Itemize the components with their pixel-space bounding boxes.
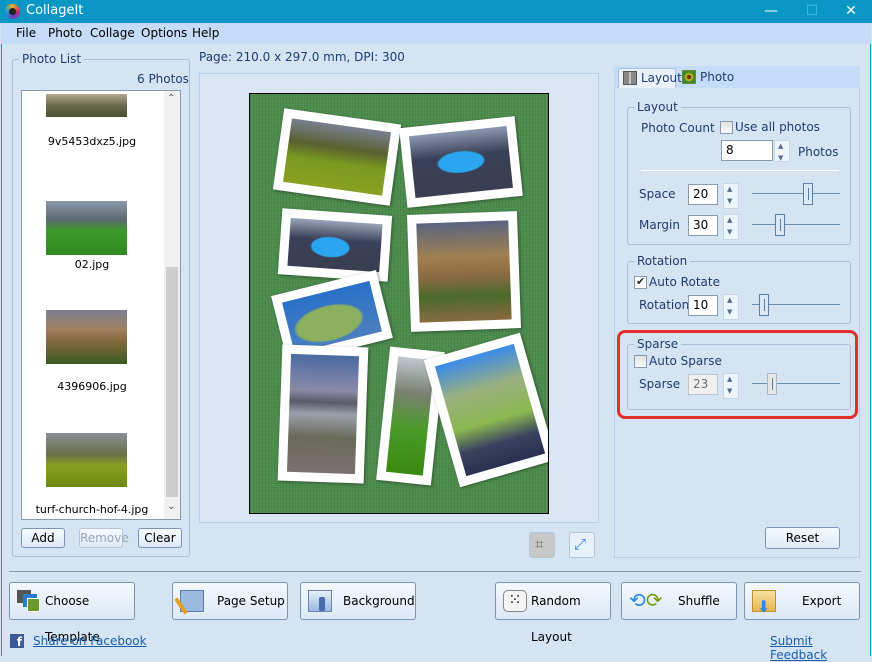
scroll-down-icon[interactable]: ⌄ bbox=[167, 501, 175, 512]
tab-layout[interactable]: Layout bbox=[618, 68, 682, 88]
random-layout-button[interactable]: ⁙ Random Layout bbox=[495, 582, 611, 644]
shuffle-button[interactable]: ⟲⟳ Shuffle bbox=[621, 582, 737, 620]
collage-photo[interactable] bbox=[406, 211, 522, 332]
auto-rotate-checkbox[interactable] bbox=[634, 275, 647, 289]
photo-thumbnail[interactable] bbox=[46, 310, 127, 364]
margin-spinner[interactable] bbox=[723, 214, 739, 240]
collage-photo[interactable] bbox=[399, 116, 523, 208]
tab-photo-label: Photo bbox=[700, 70, 735, 84]
template-icon bbox=[17, 590, 41, 612]
photo-thumbnail[interactable] bbox=[46, 94, 127, 117]
rotation-legend: Rotation bbox=[634, 254, 691, 268]
space-input[interactable]: 20 bbox=[688, 184, 718, 205]
title-bar: CollageIt — ☐ ✕ bbox=[0, 0, 872, 23]
app-logo-icon bbox=[5, 4, 20, 19]
tab-layout-label: Layout bbox=[641, 71, 682, 85]
photo-filename: 9v5453dxz5.jpg bbox=[47, 135, 137, 148]
menu-photo[interactable]: Photo bbox=[48, 26, 82, 40]
rotation-slider-knob[interactable] bbox=[759, 294, 770, 316]
collage-photo[interactable] bbox=[423, 332, 548, 488]
facebook-icon[interactable]: f bbox=[10, 634, 24, 649]
layout-legend: Layout bbox=[634, 100, 681, 114]
use-all-photos-checkbox[interactable] bbox=[720, 121, 733, 134]
photo-count-label: 6 Photos bbox=[137, 72, 189, 86]
photo-filename: 4396906.jpg bbox=[57, 380, 127, 393]
crop-icon: ⌗ bbox=[535, 535, 544, 553]
page-info: Page: 210.0 x 297.0 mm, DPI: 300 bbox=[199, 50, 405, 64]
window-title: CollageIt bbox=[26, 3, 84, 18]
tab-photo[interactable]: Photo bbox=[678, 68, 738, 88]
menu-help[interactable]: Help bbox=[192, 26, 219, 40]
photo-filename: 02.jpg bbox=[74, 258, 110, 271]
divider bbox=[641, 170, 839, 171]
clear-button[interactable]: Clear bbox=[138, 528, 182, 548]
minimize-button[interactable]: — bbox=[754, 0, 788, 23]
photos-unit-label: Photos bbox=[798, 145, 839, 159]
margin-slider[interactable] bbox=[752, 214, 840, 236]
sparse-highlight-annotation bbox=[617, 330, 858, 419]
photo-count-field-label: Photo Count bbox=[641, 121, 715, 135]
fit-button[interactable]: ⤢ bbox=[569, 532, 595, 558]
photo-list-scrollbar[interactable]: ⌃ ⌄ bbox=[164, 91, 180, 519]
menu-collage[interactable]: Collage bbox=[90, 26, 135, 40]
menu-options[interactable]: Options bbox=[141, 26, 187, 40]
scroll-up-icon[interactable]: ⌃ bbox=[167, 93, 175, 104]
menu-bar: File Photo Collage Options Help bbox=[1, 23, 871, 44]
photo-count-input[interactable]: 8 bbox=[721, 140, 773, 161]
collage-page[interactable] bbox=[249, 93, 549, 514]
layout-icon bbox=[623, 71, 637, 85]
margin-input[interactable]: 30 bbox=[688, 215, 718, 236]
export-label: Export bbox=[802, 594, 842, 608]
rotation-slider[interactable] bbox=[752, 294, 840, 316]
margin-slider-knob[interactable] bbox=[775, 214, 786, 236]
background-label: Background bbox=[343, 594, 415, 608]
dice-icon: ⁙ bbox=[503, 590, 527, 612]
rotation-input[interactable]: 10 bbox=[688, 295, 718, 316]
shuffle-label: Shuffle bbox=[678, 594, 720, 608]
photo-count-spinner[interactable] bbox=[774, 140, 790, 162]
page-setup-button[interactable]: Page Setup bbox=[172, 582, 288, 620]
collage-photo[interactable] bbox=[272, 108, 402, 206]
expand-icon: ⤢ bbox=[574, 535, 587, 553]
shuffle-icon: ⟲⟳ bbox=[629, 588, 663, 612]
reset-button[interactable]: Reset bbox=[765, 527, 840, 549]
choose-template-button[interactable]: Choose Template bbox=[9, 582, 135, 644]
photo-thumbnail[interactable] bbox=[46, 201, 127, 255]
use-all-photos-label[interactable]: Use all photos bbox=[735, 120, 820, 134]
margin-label: Margin bbox=[639, 218, 680, 232]
export-folder-icon: ⬇ bbox=[752, 590, 776, 616]
menu-file[interactable]: File bbox=[16, 26, 36, 40]
photo-thumbnail[interactable] bbox=[46, 433, 127, 487]
random-layout-label: Random Layout bbox=[531, 594, 581, 644]
photo-list[interactable]: 9v5453dxz5.jpg 02.jpg 4396906.jpg turf-c… bbox=[21, 90, 181, 520]
collage-photo[interactable] bbox=[277, 344, 369, 484]
background-icon bbox=[308, 590, 332, 612]
add-button[interactable]: Add bbox=[21, 528, 65, 548]
crop-button[interactable]: ⌗ bbox=[529, 532, 555, 558]
sunflower-photo-icon bbox=[682, 70, 696, 84]
rotation-spinner[interactable] bbox=[723, 294, 739, 320]
scrollbar-thumb[interactable] bbox=[166, 267, 178, 497]
space-slider-knob[interactable] bbox=[803, 183, 814, 205]
space-label: Space bbox=[639, 187, 676, 201]
photo-list-legend: Photo List bbox=[19, 52, 85, 66]
export-button[interactable]: ⬇ Export bbox=[744, 582, 860, 620]
bottom-divider bbox=[9, 571, 861, 572]
page-setup-label: Page Setup bbox=[217, 594, 285, 608]
rotation-label: Rotation bbox=[639, 298, 690, 312]
close-button[interactable]: ✕ bbox=[834, 0, 868, 23]
space-slider[interactable] bbox=[752, 183, 840, 205]
share-facebook-link[interactable]: Share on Facebook bbox=[33, 634, 147, 648]
photo-filename: turf-church-hof-4.jpg bbox=[35, 503, 149, 516]
background-button[interactable]: Background bbox=[300, 582, 416, 620]
tab-strip: Layout Photo bbox=[614, 66, 860, 88]
page-setup-icon bbox=[174, 590, 204, 615]
remove-button[interactable]: Remove bbox=[79, 528, 129, 548]
space-spinner[interactable] bbox=[723, 183, 739, 209]
auto-rotate-label[interactable]: Auto Rotate bbox=[649, 275, 720, 289]
maximize-button[interactable]: ☐ bbox=[795, 0, 829, 23]
